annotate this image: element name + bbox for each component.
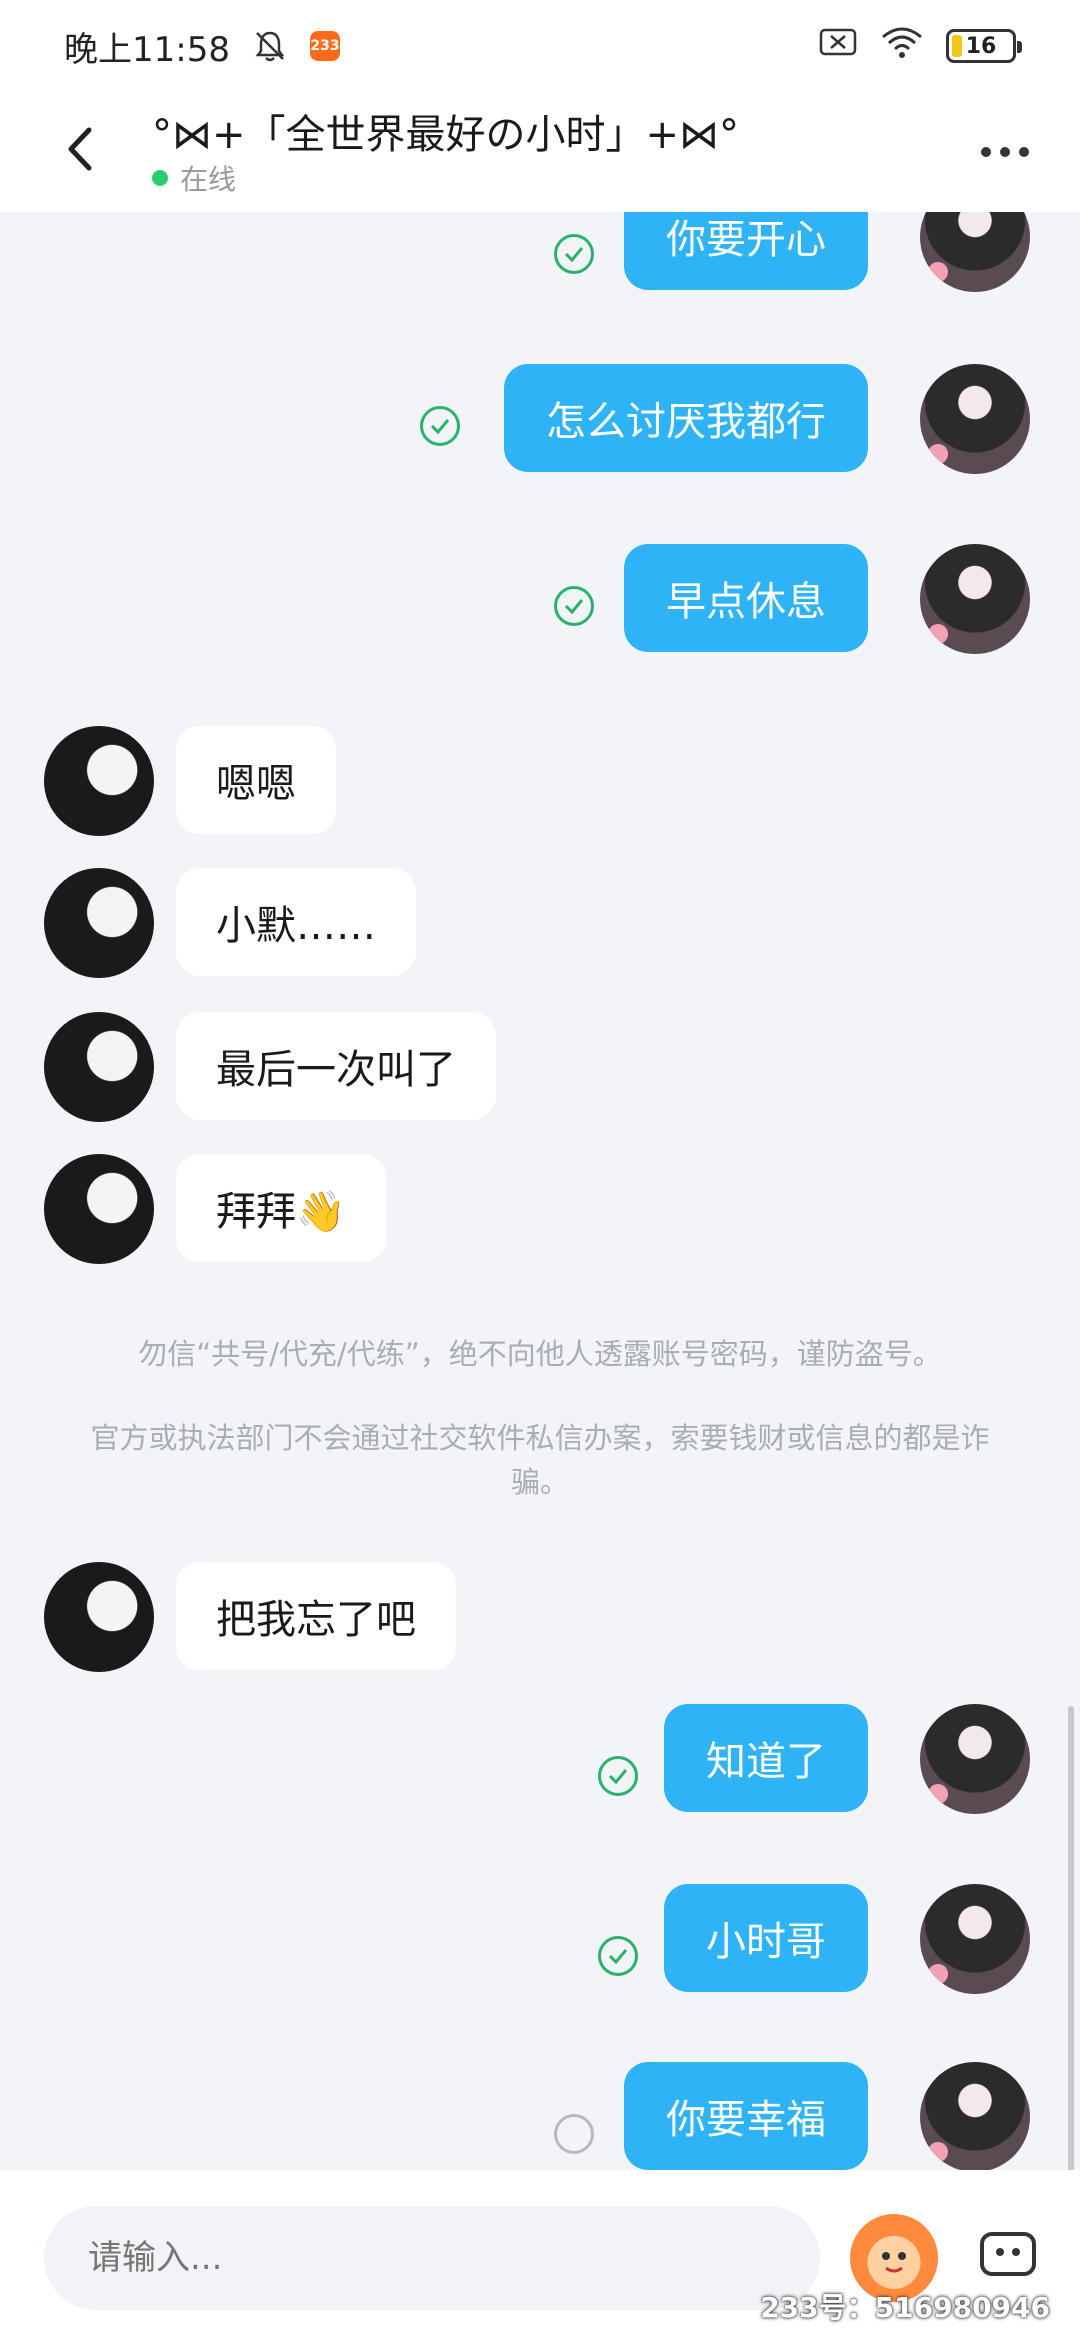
bell-muted-icon [252, 28, 288, 64]
chat-title: °⋈+「全世界最好の小时」+⋈° [152, 112, 740, 158]
outgoing-message-bubble[interactable]: 小时哥 [664, 1884, 868, 1992]
message-row-outgoing: 早点休息 [0, 544, 1080, 654]
contact-avatar[interactable] [44, 1562, 154, 1672]
message-row-incoming: 嗯嗯 [0, 726, 1080, 836]
online-status-label: 在线 [180, 163, 237, 196]
watermark: 233号：516980946 [760, 2291, 1050, 2324]
my-avatar[interactable] [920, 212, 1030, 292]
fraud-notice: 官方或执法部门不会通过社交软件私信办案，索要钱财或信息的都是诈骗。 [90, 1421, 990, 1499]
my-avatar[interactable] [920, 544, 1030, 654]
sim-off-icon [818, 26, 858, 67]
app-notification-badge: 233 [309, 31, 340, 61]
chevron-left-icon [68, 127, 92, 171]
incoming-message-bubble[interactable]: 嗯嗯 [176, 726, 336, 834]
message-row-incoming: 拜拜👋 [0, 1154, 1080, 1264]
back-button[interactable] [50, 114, 110, 184]
online-dot-icon [152, 170, 168, 186]
contact-avatar[interactable] [44, 726, 154, 836]
message-row-incoming: 最后一次叫了 [0, 1012, 1080, 1122]
contact-avatar[interactable] [44, 868, 154, 978]
message-row-incoming: 把我忘了吧 [0, 1562, 1080, 1672]
read-check-icon [554, 586, 594, 626]
read-check-icon [598, 1936, 638, 1976]
read-check-icon [420, 406, 460, 446]
more-dot-icon [981, 147, 991, 157]
my-avatar[interactable] [920, 2062, 1030, 2170]
outgoing-message-bubble[interactable]: 你要幸福 [624, 2062, 868, 2170]
read-check-icon [598, 1756, 638, 1796]
sending-status-icon [554, 2114, 594, 2154]
more-dot-icon [1000, 147, 1010, 157]
status-bar: 晚上11:58 233 16 [0, 0, 1080, 92]
message-row-outgoing: 你要开心 [0, 212, 1080, 292]
read-check-icon [554, 234, 594, 274]
message-row-incoming: 小默…… [0, 868, 1080, 978]
chatroom-icon [980, 2232, 1036, 2276]
wifi-icon [880, 25, 924, 68]
status-time: 晚上11:58 [64, 29, 230, 70]
incoming-message-bubble[interactable]: 把我忘了吧 [176, 1562, 456, 1670]
online-status: 在线 [152, 158, 236, 198]
my-avatar[interactable] [920, 1704, 1030, 1814]
outgoing-message-bubble[interactable]: 怎么讨厌我都行 [504, 364, 868, 472]
battery-level: 16 [965, 33, 997, 59]
contact-avatar[interactable] [44, 1154, 154, 1264]
message-row-outgoing: 怎么讨厌我都行 [0, 364, 1080, 474]
outgoing-message-bubble[interactable]: 你要开心 [624, 212, 868, 290]
contact-avatar[interactable] [44, 1012, 154, 1122]
message-row-outgoing: 知道了 [0, 1704, 1080, 1814]
more-dot-icon [1019, 147, 1029, 157]
mascot-face-icon [882, 2252, 906, 2273]
outgoing-message-bubble[interactable]: 知道了 [664, 1704, 868, 1812]
safety-notice: 勿信“共号/代充/代练”，绝不向他人透露账号密码，谨防盗号。 [138, 1337, 942, 1371]
my-avatar[interactable] [920, 364, 1030, 474]
message-row-outgoing: 小时哥 [0, 1884, 1080, 1994]
more-options-button[interactable] [970, 122, 1040, 182]
my-avatar[interactable] [920, 1884, 1030, 1994]
battery-icon: 16 [946, 29, 1022, 63]
incoming-message-bubble[interactable]: 最后一次叫了 [176, 1012, 496, 1120]
outgoing-message-bubble[interactable]: 早点休息 [624, 544, 868, 652]
message-row-outgoing: 你要幸福 [0, 2062, 1080, 2170]
message-list[interactable]: 你要开心 怎么讨厌我都行 早点休息 嗯嗯 小默…… 最后一次叫了 拜拜👋 勿信“… [0, 212, 1080, 2170]
message-input[interactable] [44, 2206, 820, 2310]
message-scrollbar[interactable] [1068, 1706, 1074, 2170]
incoming-message-bubble[interactable]: 小默…… [176, 868, 416, 976]
incoming-message-bubble[interactable]: 拜拜👋 [176, 1154, 386, 1262]
chat-header: °⋈+「全世界最好の小时」+⋈° 在线 [0, 92, 1080, 212]
